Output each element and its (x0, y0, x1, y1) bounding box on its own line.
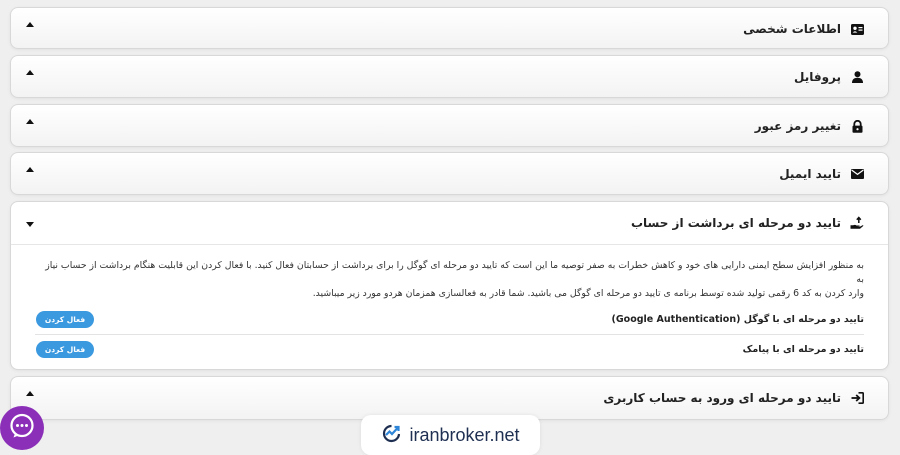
section-header[interactable]: اطلاعات شخصی (11, 8, 888, 50)
chat-button[interactable] (0, 406, 44, 450)
section-title: تایید دو مرحله ای برداشت از حساب (630, 216, 841, 230)
lock-icon (850, 119, 864, 133)
section-2fa-withdraw: تایید دو مرحله ای برداشت از حساب به منظو… (10, 201, 889, 370)
section-title: تایید دو مرحله ای ورود به حساب کاربری (603, 391, 841, 405)
user-icon (850, 70, 864, 84)
envelope-icon (850, 167, 864, 181)
activate-google-auth-button[interactable]: فعال کردن (36, 310, 94, 328)
option-row-google-auth: تایید دو مرحله ای با گوگل (Google Authen… (35, 304, 864, 335)
section-title: اطلاعات شخصی (743, 22, 841, 36)
section-profile[interactable]: پروفایل (10, 55, 889, 98)
section-header[interactable]: تایید ایمیل (11, 153, 888, 195)
section-header[interactable]: پروفایل (11, 56, 888, 98)
id-card-icon (850, 22, 864, 36)
growth-chart-logo-icon (381, 423, 403, 447)
activate-sms-button[interactable]: فعال کردن (36, 340, 94, 358)
section-2fa-login[interactable]: تایید دو مرحله ای ورود به حساب کاربری (10, 376, 889, 420)
section-header[interactable]: تایید دو مرحله ای ورود به حساب کاربری (11, 377, 888, 419)
section-title: تغییر رمز عبور (754, 119, 841, 133)
section-header[interactable]: تایید دو مرحله ای برداشت از حساب (11, 202, 888, 245)
chat-bubble-icon (9, 413, 35, 443)
section-personal-info[interactable]: اطلاعات شخصی (10, 7, 889, 49)
2fa-description: به منظور افزایش سطح ایمنی دارایی های خود… (35, 259, 864, 301)
section-change-password[interactable]: تغییر رمز عبور (10, 104, 889, 147)
option-label: تایید دو مرحله ای با گوگل (Google Authen… (611, 313, 864, 325)
option-row-sms: تایید دو مرحله ای با پیامک فعال کردن (35, 334, 864, 364)
section-title: تایید ایمیل (779, 167, 841, 181)
brand-name: iranbroker.net (409, 424, 520, 445)
section-title: پروفایل (793, 70, 841, 84)
description-line: وارد کردن به کد 6 رقمی تولید شده توسط بر… (312, 288, 864, 299)
section-email-verification[interactable]: تایید ایمیل (10, 152, 889, 195)
brand-badge[interactable]: iranbroker.net (361, 415, 540, 455)
sign-in-icon (850, 391, 864, 405)
option-label: تایید دو مرحله ای با پیامک (742, 343, 864, 355)
section-header[interactable]: تغییر رمز عبور (11, 105, 888, 147)
description-line: به منظور افزایش سطح ایمنی دارایی های خود… (45, 260, 864, 285)
hand-withdraw-icon (850, 216, 864, 230)
